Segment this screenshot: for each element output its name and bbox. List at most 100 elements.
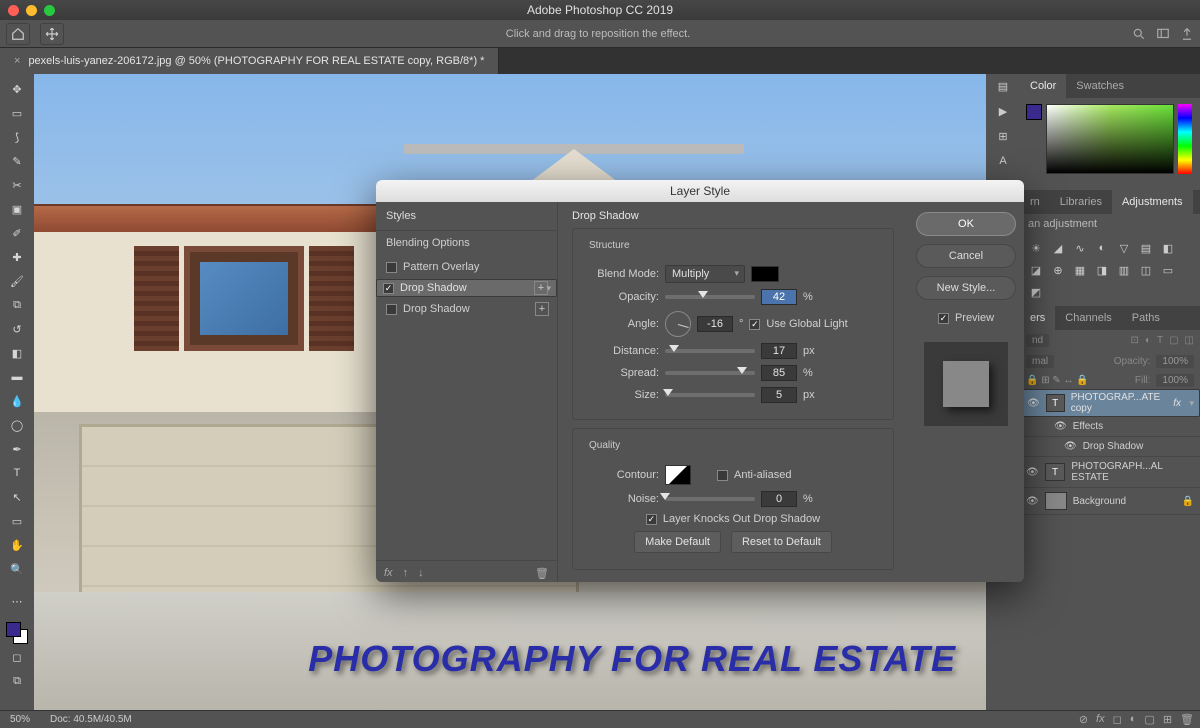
exposure-icon[interactable]: ◐	[1094, 240, 1110, 256]
history-panel-icon[interactable]: ▤	[998, 80, 1008, 93]
add-effect-icon[interactable]: +	[534, 281, 548, 295]
quick-mask-icon[interactable]: ◻	[4, 646, 30, 668]
reset-default-button[interactable]: Reset to Default	[731, 531, 832, 553]
filter-shape-icon[interactable]: ▢	[1169, 335, 1178, 346]
checkbox[interactable]	[386, 304, 397, 315]
fx-badge[interactable]: fx	[1173, 398, 1181, 409]
eyedropper-tool[interactable]: ✐	[4, 222, 30, 244]
new-layer-icon[interactable]: ⊞	[1163, 713, 1172, 726]
global-light-checkbox[interactable]	[749, 319, 760, 330]
angle-input[interactable]	[697, 316, 733, 332]
visibility-icon[interactable]: 👁	[1026, 467, 1039, 478]
search-icon[interactable]	[1132, 27, 1146, 41]
frame-tool[interactable]: ▣	[4, 198, 30, 220]
add-effect-icon[interactable]: +	[535, 302, 549, 316]
size-slider[interactable]	[665, 393, 755, 397]
filter-type-icon[interactable]: T	[1157, 335, 1163, 346]
quick-select-tool[interactable]: ✎	[4, 150, 30, 172]
properties-panel-icon[interactable]: ⊞	[998, 130, 1007, 143]
gradient-tool[interactable]: ▬	[4, 366, 30, 388]
link-layers-icon[interactable]: ⊘	[1079, 713, 1088, 726]
styles-header[interactable]: Styles	[376, 202, 557, 231]
zoom-tool[interactable]: 🔍	[4, 558, 30, 580]
knockout-checkbox[interactable]	[646, 514, 657, 525]
filter-smart-icon[interactable]: ◫	[1185, 335, 1194, 346]
tab-libraries[interactable]: Libraries	[1050, 190, 1112, 214]
selective-icon[interactable]: ◩	[1028, 284, 1044, 300]
contour-picker[interactable]	[665, 465, 691, 485]
blend-mode-select[interactable]: Multiply	[665, 265, 745, 283]
effects-row[interactable]: 👁 Effects	[1020, 417, 1200, 437]
move-up-icon[interactable]: ↑	[403, 567, 409, 580]
zoom-level[interactable]: 50%	[10, 714, 30, 725]
spread-input[interactable]	[761, 365, 797, 381]
tab-layers[interactable]: ers	[1020, 306, 1055, 330]
visibility-icon[interactable]: 👁	[1064, 441, 1077, 452]
layer-fill[interactable]: 100%	[1156, 374, 1194, 387]
blur-tool[interactable]: 💧	[4, 390, 30, 412]
distance-slider[interactable]	[665, 349, 755, 353]
gradient-map-icon[interactable]: ▭	[1160, 262, 1176, 278]
marquee-tool[interactable]: ▭	[4, 102, 30, 124]
path-tool[interactable]: ↖	[4, 486, 30, 508]
type-tool[interactable]: T	[4, 462, 30, 484]
document-tab[interactable]: × pexels-luis-yanez-206172.jpg @ 50% (PH…	[0, 48, 499, 74]
preview-checkbox[interactable]	[938, 313, 949, 324]
share-icon[interactable]	[1180, 27, 1194, 41]
shape-tool[interactable]: ▭	[4, 510, 30, 532]
workspace-icon[interactable]	[1156, 27, 1170, 41]
adj-layer-icon[interactable]: ◐	[1130, 713, 1137, 726]
photo-filter-icon[interactable]: ◪	[1028, 262, 1044, 278]
home-button[interactable]	[6, 23, 30, 45]
lasso-tool[interactable]: ⟆	[4, 126, 30, 148]
hand-tool[interactable]: ✋	[4, 534, 30, 556]
layer-opacity[interactable]: 100%	[1156, 355, 1194, 368]
filter-adj-icon[interactable]: ◐	[1145, 335, 1151, 346]
vibrance-icon[interactable]: ▽	[1116, 240, 1132, 256]
layer-row-text[interactable]: 👁 T PHOTOGRAPH...AL ESTATE	[1020, 457, 1200, 488]
pen-tool[interactable]: ✒	[4, 438, 30, 460]
healing-tool[interactable]: ✚	[4, 246, 30, 268]
brush-tool[interactable]: 🖌	[4, 270, 30, 292]
angle-dial[interactable]	[665, 311, 691, 337]
move-tool[interactable]: ✥	[4, 78, 30, 100]
visibility-icon[interactable]: 👁	[1026, 496, 1039, 507]
move-tool-indicator[interactable]	[40, 23, 64, 45]
tab-color[interactable]: Color	[1020, 74, 1066, 98]
curves-icon[interactable]: ∿	[1072, 240, 1088, 256]
drop-shadow-item-1[interactable]: Drop Shadow+	[376, 279, 557, 297]
brightness-icon[interactable]: ☀	[1028, 240, 1044, 256]
edit-toolbar-icon[interactable]: ⋯	[4, 590, 30, 612]
shadow-color-swatch[interactable]	[751, 266, 779, 282]
opacity-input[interactable]	[761, 289, 797, 305]
spread-slider[interactable]	[665, 371, 755, 375]
tab-paths[interactable]: Paths	[1122, 306, 1170, 330]
layer-row-text-copy[interactable]: 👁 T PHOTOGRAP...ATE copy fx	[1020, 389, 1200, 417]
channel-mixer-icon[interactable]: ⊕	[1050, 262, 1066, 278]
new-style-button[interactable]: New Style...	[916, 276, 1016, 300]
eraser-tool[interactable]: ◧	[4, 342, 30, 364]
dodge-tool[interactable]: ◯	[4, 414, 30, 436]
cancel-button[interactable]: Cancel	[916, 244, 1016, 268]
visibility-icon[interactable]: 👁	[1054, 421, 1067, 432]
move-down-icon[interactable]: ↓	[418, 567, 424, 580]
blend-mode-select[interactable]: mal	[1026, 355, 1054, 368]
layer-kind-filter[interactable]: nd	[1026, 334, 1049, 347]
fx-menu-icon[interactable]: fx	[384, 567, 393, 580]
stamp-tool[interactable]: ⧉	[4, 294, 30, 316]
lock-icons[interactable]: 🔒 ⊞ ✎ ↔ 🔒	[1026, 375, 1089, 386]
noise-input[interactable]	[761, 491, 797, 507]
ok-button[interactable]: OK	[916, 212, 1016, 236]
threshold-icon[interactable]: ◫	[1138, 262, 1154, 278]
invert-icon[interactable]: ◨	[1094, 262, 1110, 278]
visibility-icon[interactable]: 👁	[1027, 398, 1040, 409]
effect-dropshadow-row[interactable]: 👁 Drop Shadow	[1020, 437, 1200, 457]
tab-adjustments[interactable]: Adjustments	[1112, 190, 1193, 214]
layer-fx-icon[interactable]: fx	[1096, 713, 1105, 726]
screen-mode-icon[interactable]: ⧉	[4, 670, 30, 692]
layer-mask-icon[interactable]: ◻	[1113, 713, 1122, 726]
size-input[interactable]	[761, 387, 797, 403]
noise-slider[interactable]	[665, 497, 755, 501]
drop-shadow-item-2[interactable]: Drop Shadow+	[376, 297, 557, 321]
checkbox[interactable]	[383, 283, 394, 294]
